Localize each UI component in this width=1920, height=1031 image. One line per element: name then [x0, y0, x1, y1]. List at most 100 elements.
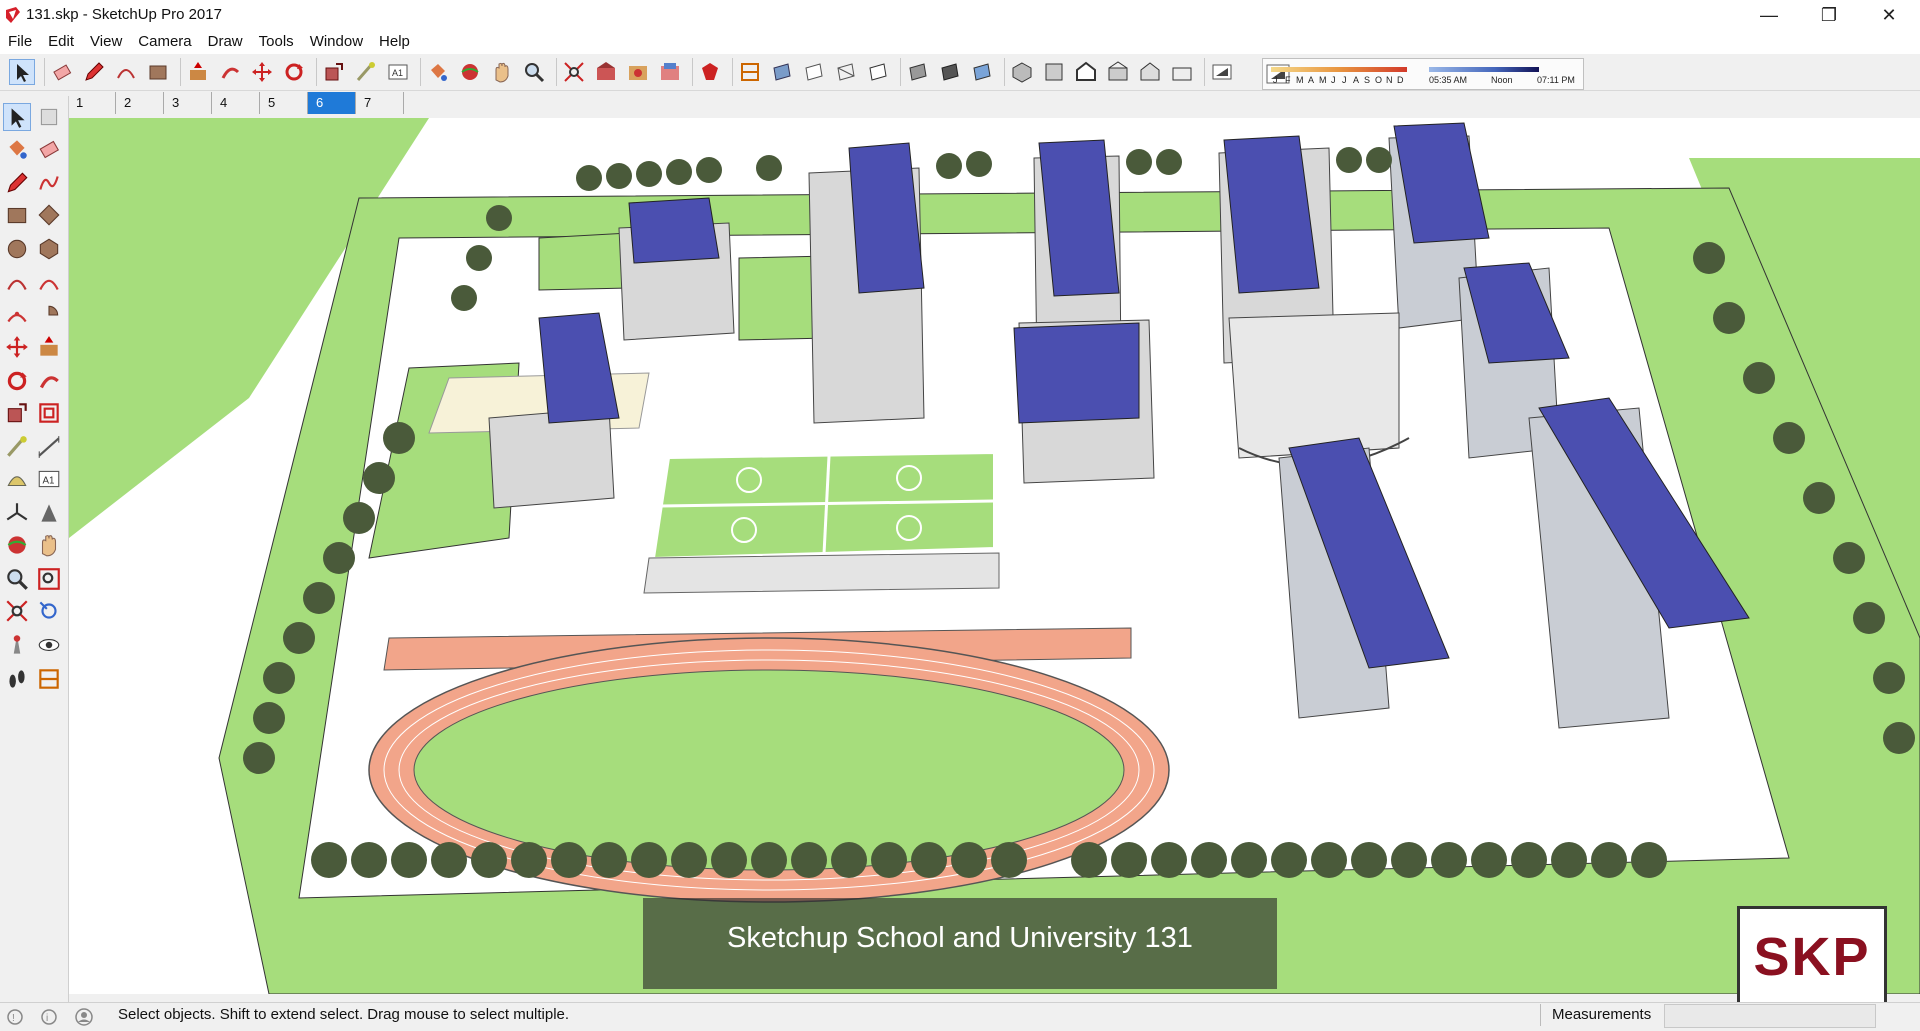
components-button[interactable] — [626, 60, 650, 84]
tool-section-plane[interactable] — [36, 666, 62, 692]
tool-rectangle[interactable] — [4, 202, 30, 228]
menu-edit[interactable]: Edit — [40, 30, 82, 54]
menu-view[interactable]: View — [82, 30, 130, 54]
menu-tools[interactable]: Tools — [251, 30, 302, 54]
top-view-button[interactable] — [1042, 60, 1066, 84]
xray-button[interactable] — [802, 60, 826, 84]
tool-scale[interactable] — [4, 400, 30, 426]
tool-arc[interactable] — [4, 270, 30, 296]
tool-pan[interactable] — [36, 532, 62, 558]
minimize-button[interactable]: — — [1740, 0, 1798, 30]
arc-button[interactable] — [114, 60, 138, 84]
wireframe-button[interactable] — [834, 60, 858, 84]
shadows-toggle-button[interactable] — [1210, 60, 1234, 84]
tool-axes[interactable] — [4, 500, 30, 526]
tool-make-component[interactable] — [36, 104, 62, 130]
restore-button[interactable]: ❐ — [1800, 0, 1858, 30]
tool-two-point-arc[interactable] — [36, 270, 62, 296]
tool-position-camera[interactable] — [4, 632, 30, 658]
scene-tab-6[interactable]: 6 — [308, 92, 356, 114]
scene-tab-7[interactable]: 7 — [356, 92, 404, 114]
measurements-input[interactable] — [1664, 1004, 1876, 1028]
user-account-icon[interactable] — [74, 1007, 94, 1027]
text-button[interactable]: A1 — [386, 60, 410, 84]
orbit-button[interactable] — [458, 60, 482, 84]
eraser-button[interactable] — [50, 60, 74, 84]
tool-pie[interactable] — [36, 302, 62, 328]
tool-dimension[interactable] — [36, 434, 62, 460]
tape-measure-button[interactable] — [354, 60, 378, 84]
tool-zoom-window[interactable] — [36, 566, 62, 592]
scene-tab-5[interactable]: 5 — [260, 92, 308, 114]
tool-text[interactable]: A1 — [36, 466, 62, 492]
toolbar-separator — [420, 58, 421, 86]
back-view-button[interactable] — [1138, 60, 1162, 84]
close-button[interactable]: ✕ — [1860, 0, 1918, 30]
scene-tab-3[interactable]: 3 — [164, 92, 212, 114]
monochrome-button[interactable] — [970, 60, 994, 84]
tool-select[interactable] — [3, 103, 31, 131]
hidden-line-button[interactable] — [866, 60, 890, 84]
tool-walk[interactable] — [4, 666, 30, 692]
left-view-button[interactable] — [1170, 60, 1194, 84]
tool-rotate[interactable] — [4, 368, 30, 394]
tool-polygon[interactable] — [36, 236, 62, 262]
rotate-button[interactable] — [282, 60, 306, 84]
move-button[interactable] — [250, 60, 274, 84]
scene-tab-2[interactable]: 2 — [116, 92, 164, 114]
warehouse-button[interactable] — [594, 60, 618, 84]
tool-previous-view[interactable] — [36, 598, 62, 624]
credits-icon[interactable]: i — [40, 1008, 58, 1026]
menu-camera[interactable]: Camera — [130, 30, 199, 54]
previous-view-icon — [39, 601, 57, 619]
zoom-button[interactable] — [522, 60, 546, 84]
front-view-button[interactable] — [1074, 60, 1098, 84]
tool-push-pull[interactable] — [36, 334, 62, 360]
zoom-extents-button[interactable] — [562, 60, 586, 84]
tool-follow-me[interactable] — [36, 368, 62, 394]
tool-orbit[interactable] — [4, 532, 30, 558]
menu-file[interactable]: File — [0, 30, 40, 54]
menu-draw[interactable]: Draw — [200, 30, 251, 54]
tool-offset[interactable] — [36, 400, 62, 426]
tool-3d-text[interactable] — [36, 500, 62, 526]
section-plane-button[interactable] — [738, 60, 762, 84]
model-viewport[interactable] — [69, 118, 1920, 994]
rectangle-button[interactable] — [146, 60, 170, 84]
tool-zoom-extents[interactable] — [4, 598, 30, 624]
tool-paint-bucket[interactable] — [4, 136, 30, 162]
scene-tab-4[interactable]: 4 — [212, 92, 260, 114]
menu-window[interactable]: Window — [302, 30, 371, 54]
text-icon: A1 — [388, 64, 408, 80]
menu-help[interactable]: Help — [371, 30, 418, 54]
scene-tab-1[interactable]: 1 — [68, 92, 116, 114]
tool-line[interactable] — [4, 170, 30, 196]
follow-me-button[interactable] — [218, 60, 242, 84]
shaded-button[interactable] — [906, 60, 930, 84]
iso-view-button[interactable] — [1010, 60, 1034, 84]
tool-look-around[interactable] — [36, 632, 62, 658]
paint-bucket-button[interactable] — [426, 60, 450, 84]
tool-protractor[interactable] — [4, 466, 30, 492]
pan-button[interactable] — [490, 60, 514, 84]
tool-tape-measure[interactable] — [4, 434, 30, 460]
section-fill-button[interactable] — [770, 60, 794, 84]
tool-rotated-rectangle[interactable] — [36, 202, 62, 228]
tool-freehand[interactable] — [36, 170, 62, 196]
offset-icon — [39, 403, 59, 423]
share-button[interactable] — [658, 60, 682, 84]
pencil-button[interactable] — [82, 60, 106, 84]
push-pull-button[interactable] — [186, 60, 210, 84]
tool-zoom[interactable] — [4, 566, 30, 592]
shaded-textures-button[interactable] — [938, 60, 962, 84]
tool-three-point-arc[interactable] — [4, 302, 30, 328]
shadow-settings-panel[interactable]: J F M A M J J A S O N D 05:35 AM Noon 07… — [1262, 58, 1584, 90]
scale-button[interactable] — [322, 60, 346, 84]
tool-eraser[interactable] — [36, 136, 62, 162]
right-view-button[interactable] — [1106, 60, 1130, 84]
tool-circle[interactable] — [4, 236, 30, 262]
select-button[interactable] — [9, 59, 35, 85]
tool-move[interactable] — [4, 334, 30, 360]
extension-button[interactable] — [698, 60, 722, 84]
geo-location-icon[interactable]: ! — [6, 1008, 24, 1026]
